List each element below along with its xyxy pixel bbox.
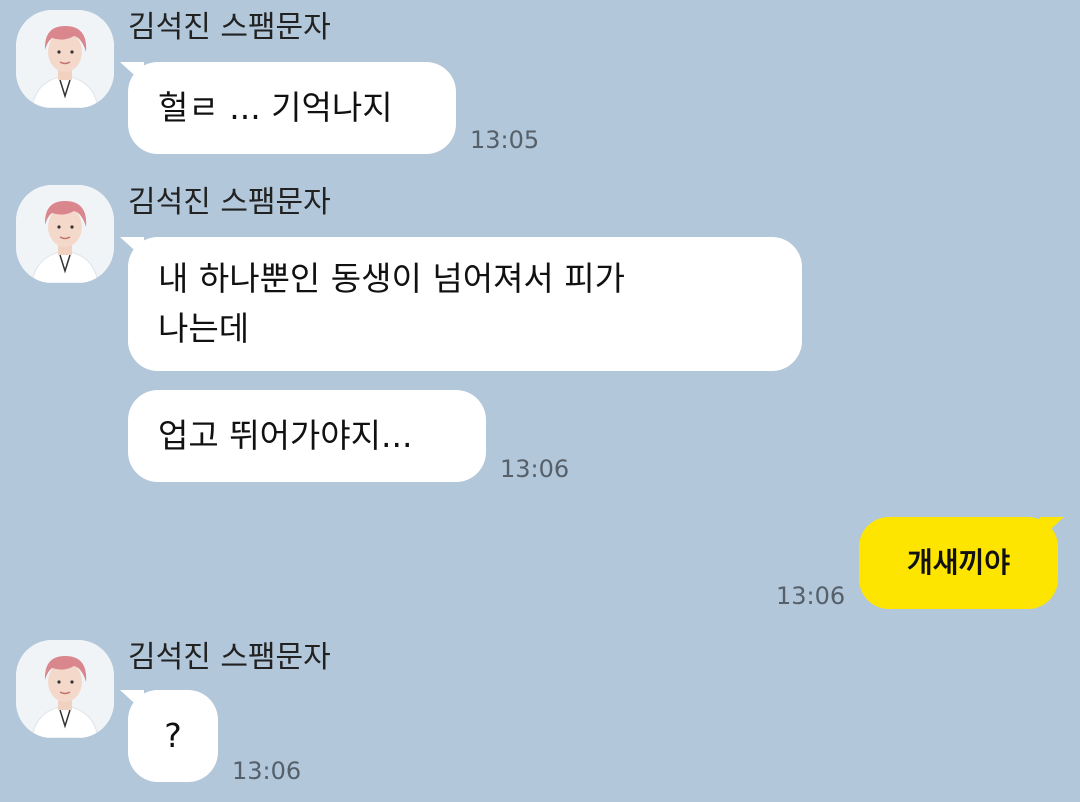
message-time: 13:06	[500, 455, 570, 483]
message-text: 업고 뛰어가야지...	[158, 416, 413, 455]
avatar[interactable]	[16, 185, 114, 283]
profile-photo-icon	[16, 10, 114, 108]
message-bubble[interactable]: 헐ㄹ ... 기억나지	[128, 62, 456, 154]
sender-name: 김석진 스팸문자	[128, 10, 331, 45]
message-text-line: 내 하나뿐인 동생이 넘어져서 피가	[158, 259, 625, 298]
my-message-bubble[interactable]: 개새끼야	[859, 517, 1058, 609]
avatar[interactable]	[16, 640, 114, 738]
profile-photo-icon	[16, 185, 114, 283]
bubble-tail	[1040, 517, 1064, 539]
message-text: 헐ㄹ ... 기억나지	[158, 88, 393, 127]
message-text: ?	[164, 716, 182, 755]
sender-name: 김석진 스팸문자	[128, 640, 331, 675]
message-text: 개새끼야	[906, 546, 1011, 579]
avatar[interactable]	[16, 10, 114, 108]
message-bubble[interactable]: 업고 뛰어가야지...	[128, 390, 486, 482]
message-bubble[interactable]: 내 하나뿐인 동생이 넘어져서 피가 나는데	[128, 237, 802, 371]
profile-photo-icon	[16, 640, 114, 738]
message-time: 13:05	[470, 126, 540, 154]
message-time: 13:06	[776, 582, 846, 610]
message-bubble[interactable]: ?	[128, 690, 218, 782]
sender-name: 김석진 스팸문자	[128, 185, 331, 220]
message-text-line: 나는데	[158, 309, 250, 348]
message-time: 13:06	[232, 757, 302, 785]
